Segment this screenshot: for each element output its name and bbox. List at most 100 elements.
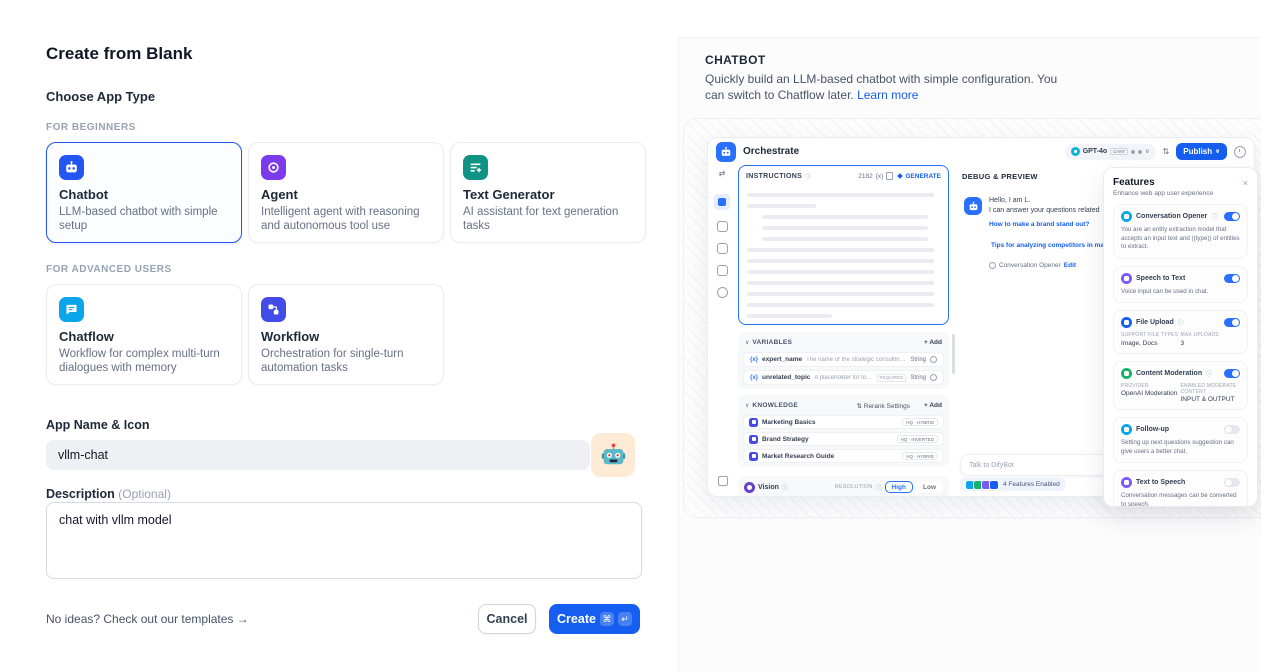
features-enabled-row: 4 Features Enabled (960, 478, 1065, 491)
preview-description: Quickly build an LLM-based chatbot with … (705, 72, 1077, 103)
features-subtitle: Enhance web app user experience (1113, 190, 1248, 197)
card-title: Text Generator (463, 187, 633, 202)
info-icon: ⓘ (876, 483, 882, 492)
dataset-name: Marketing Basics (762, 419, 898, 426)
feature-description: Setting up next questions suggestion can… (1121, 439, 1240, 456)
dataset-name: Market Research Guide (762, 453, 898, 460)
description-textarea[interactable]: chat with vllm model (46, 502, 642, 579)
edit-link: Edit (1064, 262, 1076, 269)
vision-icon (744, 482, 755, 493)
advanced-cards-row: Chatflow Workflow for complex multi-turn… (46, 284, 444, 385)
chat-input-bar: Talk to DifyBot (960, 454, 1110, 476)
variables-header: ∨ VARIABLES + Add (743, 336, 944, 349)
dataset-icon (749, 452, 758, 461)
suggested-question: Tips for analyzing competitors in market (991, 242, 1116, 249)
microphone-icon (1121, 273, 1132, 284)
app-type-card-agent[interactable]: Agent Intelligent agent with reasoning a… (248, 142, 444, 243)
stat-value: OpenAI Moderation (1121, 390, 1181, 397)
rail-orchestrate-icon (714, 194, 730, 210)
instructions-label: INSTRUCTIONS (746, 173, 802, 180)
dataset-badge: HQ · INVERTED (897, 435, 938, 443)
temperature-icon (1131, 150, 1135, 154)
card-description: Workflow for complex multi-turn dialogue… (59, 347, 229, 375)
card-description: Intelligent agent with reasoning and aut… (261, 205, 431, 233)
add-variable-button: + Add (924, 339, 942, 346)
variable-token-icon: {x} (750, 375, 758, 381)
knowledge-row: Marketing Basics HQ · HYBRID (743, 415, 944, 429)
chatflow-icon (59, 297, 84, 322)
instructions-panel: INSTRUCTIONS ⓘ 2182 {x} GENERATE (738, 165, 949, 325)
variables-label: VARIABLES (752, 339, 792, 346)
variable-type: String (910, 357, 926, 363)
beginner-cards-row: Chatbot LLM-based chatbot with simple se… (46, 142, 646, 243)
instructions-skeleton (739, 186, 948, 325)
chat-message-body: Hello, I am L. I can answer your questio… (989, 197, 1116, 269)
suggestion-row: How to make a brand stand out? Bes (989, 221, 1116, 228)
file-upload-icon (1121, 317, 1132, 328)
token-count: 2182 (858, 173, 872, 180)
vision-row: Vision ⓘ RESOLUTION ⓘ High Low (738, 476, 949, 497)
page-title: Create from Blank (46, 44, 192, 64)
preview-window-topbar: Orchestrate GPT-4o CHAT ∨ ⇅ Publish ∨ (708, 138, 1254, 165)
close-icon: × (1243, 178, 1248, 188)
app-type-card-text-generator[interactable]: Text Generator AI assistant for text gen… (450, 142, 646, 243)
instructions-header: INSTRUCTIONS ⓘ 2182 {x} GENERATE (739, 166, 948, 186)
variable-type: String (910, 375, 926, 381)
shield-icon (1121, 368, 1132, 379)
feature-toggle (1224, 478, 1240, 487)
app-type-card-chatflow[interactable]: Chatflow Workflow for complex multi-turn… (46, 284, 242, 385)
app-name-label: App Name & Icon (46, 418, 150, 432)
variables-section: ∨ VARIABLES + Add {x} expert_name The na… (738, 332, 949, 389)
scrollbar-thumb (952, 334, 955, 374)
copy-icon (886, 172, 893, 180)
model-provider-icon (1071, 147, 1080, 156)
create-button[interactable]: Create ⌘ ↵ (549, 604, 640, 634)
feature-description: You are an entity extraction model that … (1121, 226, 1240, 252)
dataset-icon (749, 418, 758, 427)
cmd-key-icon: ⌘ (600, 612, 614, 626)
knowledge-row: Brand Strategy HQ · INVERTED (743, 432, 944, 446)
info-icon: ⓘ (1206, 369, 1212, 378)
description-label: Description (Optional) (46, 487, 171, 501)
stat-value: INPUT & OUTPUT (1181, 396, 1241, 403)
workflow-icon (261, 297, 286, 322)
add-knowledge-button: + Add (924, 402, 942, 409)
templates-link[interactable]: No ideas? Check out our templates → (46, 612, 249, 626)
chatbot-icon (59, 155, 84, 180)
chevron-down-icon: ∨ (745, 403, 749, 409)
templates-link-text: No ideas? Check out our templates (46, 612, 233, 626)
features-enabled-label: 4 Features Enabled (1003, 481, 1060, 488)
description-label-text: Description (46, 487, 115, 501)
history-icon (1234, 146, 1246, 158)
knowledge-row: Market Research Guide HQ · HYBRID (743, 449, 944, 463)
learn-more-link[interactable]: Learn more (857, 88, 918, 102)
app-type-card-workflow[interactable]: Workflow Orchestration for single-turn a… (248, 284, 444, 385)
cancel-button[interactable]: Cancel (478, 604, 536, 634)
chevron-down-icon: ∨ (1145, 149, 1149, 155)
rail-docs-icon (717, 265, 728, 276)
preview-left-rail: ⇄ (708, 165, 736, 496)
agent-icon (261, 155, 286, 180)
rail-image-icon (717, 221, 728, 232)
model-mode-badge: CHAT (1110, 148, 1128, 155)
app-avatar-icon (716, 142, 736, 162)
suggestion-row: Tips for analyzing competitors in market (991, 234, 1116, 252)
create-button-label: Create (557, 612, 596, 626)
app-icon-picker[interactable] (591, 433, 635, 477)
bot-avatar-icon (964, 197, 982, 215)
info-icon: ⓘ (782, 483, 788, 492)
sparkle-icon (898, 173, 904, 179)
text-generator-icon (463, 155, 488, 180)
upload-mini-icon (989, 480, 999, 490)
orchestrate-title: Orchestrate (743, 146, 799, 157)
variable-description: The name of the strategic consulting... (806, 357, 906, 363)
create-form-panel: Create from Blank Choose App Type FOR BE… (0, 0, 678, 672)
app-type-card-chatbot[interactable]: Chatbot LLM-based chatbot with simple se… (46, 142, 242, 243)
app-name-input[interactable] (46, 440, 590, 470)
create-app-modal: Create from Blank Choose App Type FOR BE… (0, 0, 1261, 672)
choose-app-type-heading: Choose App Type (46, 89, 155, 104)
model-name: GPT-4o (1083, 148, 1108, 155)
model-selector: GPT-4o CHAT ∨ (1065, 144, 1156, 160)
opener-label: Conversation Opener (999, 262, 1061, 269)
dataset-badge: HQ · HYBRID (902, 452, 938, 460)
